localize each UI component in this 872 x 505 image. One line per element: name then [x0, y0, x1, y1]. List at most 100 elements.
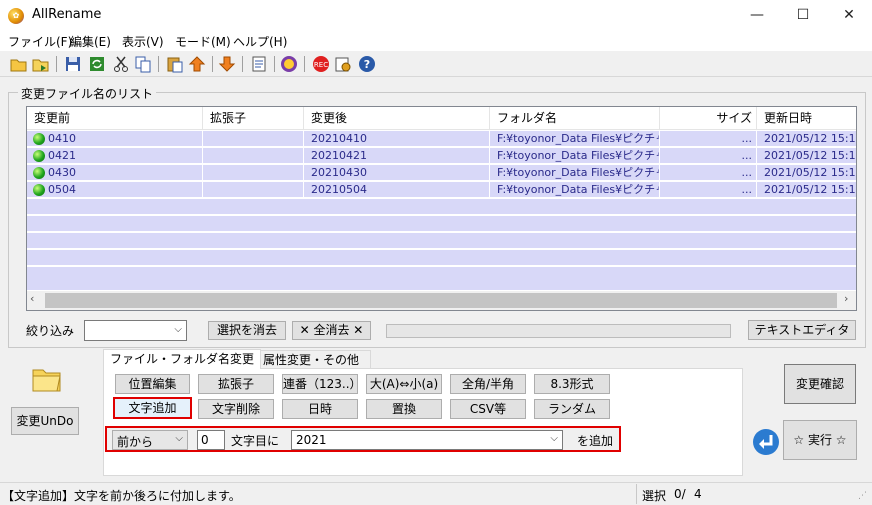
filter-label: 絞り込み: [26, 324, 75, 338]
menu-help[interactable]: ヘルプ(H): [233, 33, 287, 50]
cell-size: ...: [660, 182, 757, 198]
paste-icon[interactable]: [166, 55, 184, 73]
horizontal-scrollbar[interactable]: ‹ ›: [27, 291, 856, 310]
app-logo-icon[interactable]: ✿: [8, 8, 24, 24]
add-text-input[interactable]: 2021 ⌵: [291, 430, 563, 450]
extension-button[interactable]: 拡張子: [198, 374, 274, 394]
scroll-right-icon[interactable]: ›: [844, 292, 848, 305]
return-arrow-icon: [752, 428, 780, 456]
move-down-icon[interactable]: [218, 55, 236, 73]
empty-row: [27, 199, 856, 215]
replace-button[interactable]: 置換: [366, 399, 442, 419]
chevron-down-icon: ⌵: [550, 433, 558, 444]
open-folder-icon[interactable]: [10, 55, 28, 73]
resize-grip-icon[interactable]: ⋰: [858, 491, 867, 501]
menu-mode[interactable]: モード(M): [175, 33, 231, 50]
execute-button[interactable]: ☆ 実行 ☆: [783, 420, 857, 460]
settings-icon[interactable]: [334, 55, 352, 73]
column-header-folder[interactable]: フォルダ名: [490, 107, 660, 130]
position-select[interactable]: 前から ⌵: [112, 430, 188, 450]
allrename-logo-icon[interactable]: [280, 55, 298, 73]
cell-date: 2021/05/12 15:13: [764, 132, 856, 145]
tab-rename[interactable]: ファイル・フォルダ名変更: [103, 349, 262, 369]
window-title: AllRename: [32, 7, 102, 22]
copy-icon[interactable]: [134, 55, 152, 73]
position-edit-button[interactable]: 位置編集: [115, 374, 190, 394]
clear-all-button[interactable]: ✕ 全消去 ✕: [292, 321, 371, 340]
add-text-value: 2021: [296, 433, 327, 447]
sort-ascending-icon: ⌃: [111, 106, 119, 113]
scrollbar-thumb[interactable]: [45, 293, 837, 308]
folder-icon[interactable]: [30, 364, 64, 394]
delete-text-button[interactable]: 文字削除: [198, 399, 274, 419]
minimize-button[interactable]: —: [734, 0, 780, 31]
total-count: 4: [694, 487, 702, 501]
undo-button[interactable]: 変更UnDo: [11, 407, 79, 435]
status-green-icon: [33, 150, 45, 162]
random-button[interactable]: ランダム: [534, 399, 610, 419]
refresh-icon[interactable]: [88, 55, 106, 73]
empty-row: [27, 233, 856, 249]
cell-date: 2021/05/12 15:14: [764, 166, 856, 179]
properties-icon[interactable]: [250, 55, 268, 73]
column-header-after[interactable]: 変更後: [304, 107, 490, 130]
width-convert-button[interactable]: 全角/半角: [450, 374, 526, 394]
svg-text:?: ?: [364, 58, 370, 71]
status-bar: 【文字追加】文字を前か後ろに付加します。 選択 0/ 4 ⋰: [0, 482, 872, 505]
table-row[interactable]: 0421 20210421 F:¥toyonor_Data Files¥ピクチャ…: [27, 148, 856, 164]
selection-label: 選択: [642, 489, 667, 503]
cell-date: 2021/05/12 15:14: [764, 183, 856, 196]
clear-selection-button[interactable]: 選択を消去: [208, 321, 286, 340]
toolbar-separator: [56, 56, 57, 72]
record-icon[interactable]: REC: [312, 55, 330, 73]
column-header-extension[interactable]: 拡張子: [203, 107, 304, 130]
datetime-button[interactable]: 日時: [282, 399, 358, 419]
open-folder-multi-icon[interactable]: [32, 55, 50, 73]
add-text-button[interactable]: 文字追加: [113, 397, 192, 419]
close-button[interactable]: ✕: [826, 0, 872, 31]
menu-view[interactable]: 表示(V): [122, 33, 164, 50]
filter-combo[interactable]: ⌵: [84, 320, 187, 341]
char-count-input[interactable]: 0: [197, 430, 225, 450]
menu-file[interactable]: ファイル(F): [8, 33, 72, 50]
help-icon[interactable]: ?: [358, 55, 376, 73]
sequence-number-button[interactable]: 連番（123..）: [282, 374, 362, 394]
tab-attributes[interactable]: 属性変更・その他: [251, 350, 371, 370]
save-icon[interactable]: [64, 55, 82, 73]
cell-folder: F:¥toyonor_Data Files¥ピクチャ...: [490, 182, 660, 198]
cell-size: ...: [660, 131, 757, 147]
text-editor-button[interactable]: テキストエディタ: [748, 320, 856, 340]
menu-edit[interactable]: 編集(E): [70, 33, 111, 50]
status-message: 【文字追加】文字を前か後ろに付加します。: [2, 489, 241, 503]
list-header: 変更前 ⌃ 拡張子 変更後 フォルダ名 サイズ 更新日時: [27, 107, 856, 130]
cell-before: 0410: [45, 131, 203, 147]
toolbar-separator: [242, 56, 243, 72]
column-header-size[interactable]: サイズ: [660, 107, 757, 130]
toolbar-separator: [304, 56, 305, 72]
cell-folder: F:¥toyonor_Data Files¥ピクチャ...: [490, 148, 660, 164]
file-list-group-title: 変更ファイル名のリスト: [18, 85, 157, 102]
table-row[interactable]: 0410 20210410 F:¥toyonor_Data Files¥ピクチャ…: [27, 131, 856, 147]
cell-after: 20210430: [304, 165, 490, 181]
short-name-button[interactable]: 8.3形式: [534, 374, 610, 394]
title-bar: ✿ AllRename — ☐ ✕: [0, 0, 872, 31]
add-suffix-label: を追加: [577, 434, 614, 448]
table-row[interactable]: 0430 20210430 F:¥toyonor_Data Files¥ピクチャ…: [27, 165, 856, 181]
svg-text:REC: REC: [314, 61, 328, 69]
menu-bar: ファイル(F) 編集(E) 表示(V) モード(M) ヘルプ(H): [0, 31, 872, 51]
case-convert-button[interactable]: 大(A)⇔小(a): [366, 374, 442, 394]
scroll-left-icon[interactable]: ‹: [30, 292, 34, 305]
move-up-icon[interactable]: [188, 55, 206, 73]
cut-icon[interactable]: [112, 55, 130, 73]
chevron-down-icon: ⌵: [174, 324, 182, 335]
column-header-date[interactable]: 更新日時: [757, 107, 856, 130]
add-text-options: 前から ⌵ 0 文字目に 2021 ⌵ を追加: [105, 426, 621, 452]
toolbar-separator: [212, 56, 213, 72]
confirm-changes-button[interactable]: 変更確認: [784, 364, 856, 404]
status-green-icon: [33, 167, 45, 179]
table-row[interactable]: 0504 20210504 F:¥toyonor_Data Files¥ピクチャ…: [27, 182, 856, 198]
selected-count: 0/: [674, 487, 686, 501]
file-list-view[interactable]: 変更前 ⌃ 拡張子 変更後 フォルダ名 サイズ 更新日時 0410 202104…: [26, 106, 857, 311]
csv-button[interactable]: CSV等: [450, 399, 526, 419]
maximize-button[interactable]: ☐: [780, 0, 826, 31]
